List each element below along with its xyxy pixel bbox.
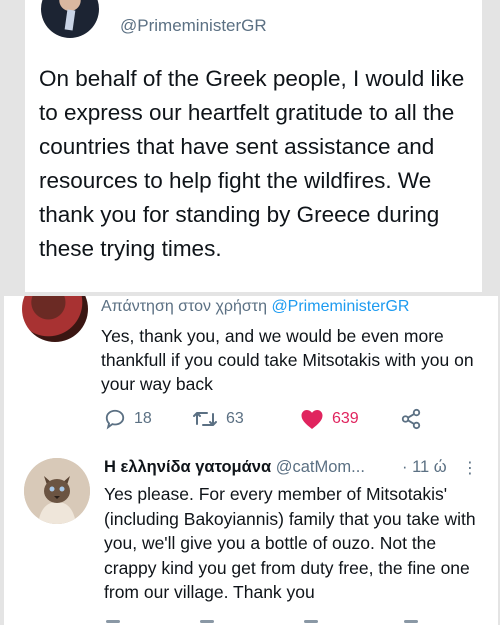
share-action[interactable] [400, 408, 422, 430]
retweet-count: 63 [226, 410, 244, 427]
reply-to-line: Απάντηση στον χρήστη @PrimeministerGR [101, 298, 409, 316]
like-action[interactable]: 639 [300, 408, 359, 430]
reply2-author-handle[interactable]: @catMom... [276, 458, 365, 476]
reply-action[interactable]: 18 [104, 408, 152, 430]
share-icon [400, 408, 422, 430]
more-options-icon[interactable]: ⋮ [462, 458, 479, 478]
reply1-avatar[interactable] [22, 296, 88, 342]
heart-icon[interactable] [304, 620, 318, 623]
reply2-actions-cropped [104, 620, 484, 625]
reply1-text: Yes, thank you, and we would be even mor… [101, 326, 474, 394]
reply2-timestamp[interactable]: · 11 ώ [402, 458, 447, 477]
reply2-author-name[interactable]: Η ελληνίδα γατομάνα [104, 458, 271, 476]
reply-to-mention[interactable]: @PrimeministerGR [271, 298, 409, 315]
reply-count: 18 [134, 410, 152, 427]
like-count: 639 [332, 410, 359, 427]
reply1-actions: 18 63 639 [104, 408, 484, 434]
reply2-text: Yes please. For every member of Mitsotak… [104, 484, 476, 602]
tweet-text: On behalf of the Greek people, I would l… [39, 66, 465, 261]
main-tweet-card: @PrimeministerGR On behalf of the Greek … [25, 0, 482, 292]
reply2-header: Η ελληνίδα γατομάνα @catMom... · 11 ώ ⋮ [104, 458, 488, 477]
retweet-icon[interactable] [200, 620, 214, 623]
reply2-avatar[interactable] [24, 458, 90, 524]
replies-panel: Απάντηση στον χρήστη @PrimeministerGR Ye… [4, 296, 498, 625]
author-handle[interactable]: @PrimeministerGR [120, 16, 267, 36]
reply-icon [104, 408, 126, 430]
author-avatar[interactable] [41, 0, 99, 38]
share-icon[interactable] [404, 620, 418, 623]
retweet-action[interactable]: 63 [192, 408, 244, 430]
heart-icon [300, 408, 324, 430]
reply-to-prefix: Απάντηση στον χρήστη [101, 298, 267, 315]
retweet-icon [192, 408, 218, 430]
reply-icon[interactable] [106, 620, 120, 623]
